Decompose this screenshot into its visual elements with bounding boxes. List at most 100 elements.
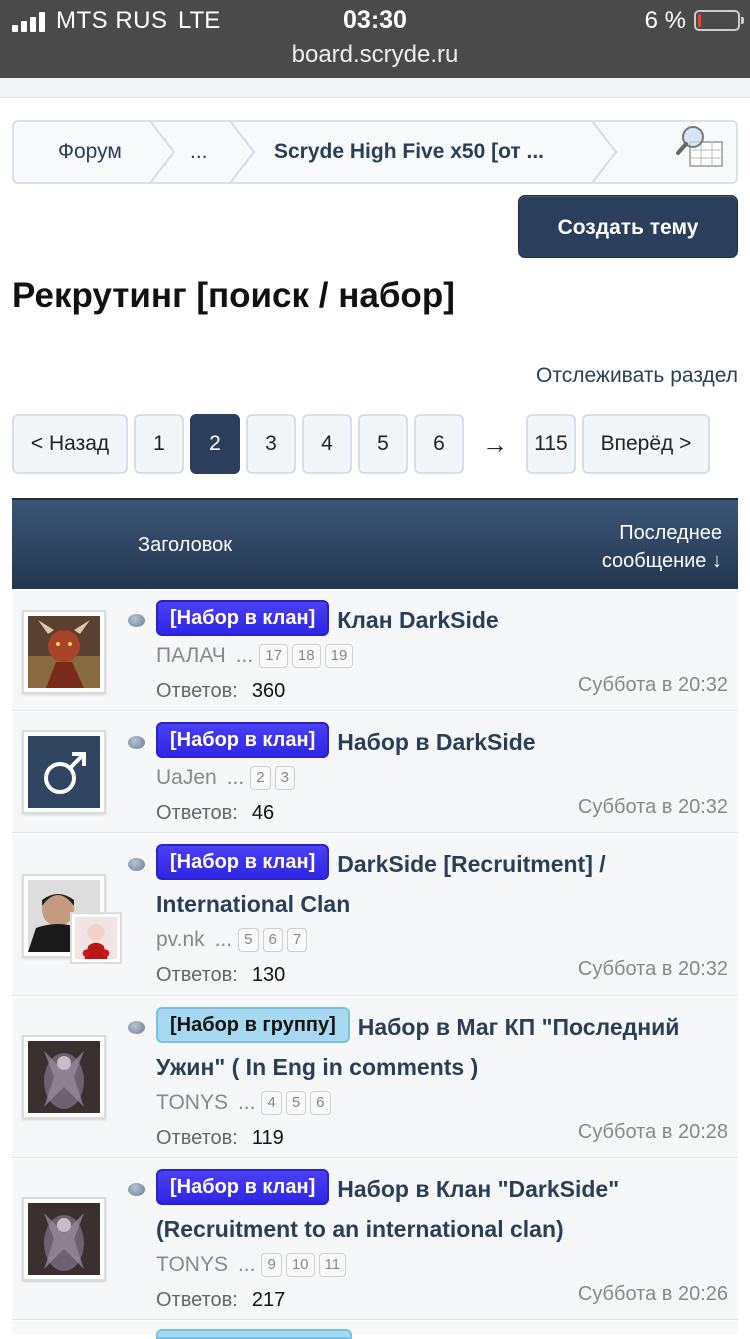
thread-page-link[interactable]: 2 — [250, 766, 271, 791]
page-ellipsis: ... — [237, 1253, 256, 1276]
address-bar[interactable]: board.scryde.ru — [0, 41, 750, 69]
battery-level — [698, 14, 701, 27]
avatar[interactable] — [22, 1035, 106, 1119]
breadcrumb-current-forum[interactable]: Scryde High Five x50 [от ... — [274, 122, 544, 182]
watch-forum-link[interactable]: Отслеживать раздел — [536, 364, 738, 388]
unread-indicator-icon — [128, 614, 145, 627]
thread-page-link[interactable]: 10 — [285, 1253, 315, 1278]
avatar-image — [28, 1203, 100, 1275]
thread-row[interactable] — [12, 1321, 738, 1339]
thread-page-link[interactable]: 3 — [274, 766, 295, 791]
thread-page-link[interactable]: 6 — [310, 1091, 331, 1116]
replies-value: 46 — [251, 802, 275, 824]
pagination-page-last[interactable]: 115 — [526, 414, 576, 474]
thread-page-link[interactable]: 4 — [261, 1091, 282, 1116]
thread-page-link[interactable]: 18 — [291, 644, 321, 669]
thread-row[interactable]: [Набор в группу] Набор в Маг КП "Последни… — [12, 997, 738, 1158]
page-ellipsis: ... — [235, 644, 254, 667]
unread-indicator-icon — [128, 1183, 145, 1196]
thread-prefix[interactable] — [156, 1329, 352, 1339]
thread-title[interactable]: [Набор в клан] Клан DarkSide — [156, 600, 728, 640]
reply-count: Ответов: 46 — [156, 802, 274, 825]
thread-title[interactable]: [Набор в клан] DarkSide [Recruitment] / In… — [156, 844, 728, 924]
thread-title[interactable]: [Набор в клан] Набор в DarkSide — [156, 722, 728, 762]
avatar[interactable] — [22, 610, 106, 694]
thread-author[interactable]: pv.nk — [156, 928, 205, 951]
pagination-page-1[interactable]: 1 — [134, 414, 184, 474]
pagination-next-button[interactable]: Вперёд > — [582, 414, 710, 474]
thread-page-link[interactable]: 19 — [324, 644, 354, 669]
thread-page-link[interactable]: 5 — [285, 1091, 307, 1116]
breadcrumb-forum[interactable]: Форум — [58, 122, 122, 182]
thread-prefix[interactable]: [Набор в клан] — [156, 722, 330, 758]
search-icon[interactable] — [676, 124, 726, 170]
avatar[interactable] — [22, 1197, 106, 1281]
pagination-page-5[interactable]: 5 — [358, 414, 408, 474]
last-post-time[interactable]: Суббота в 20:28 — [578, 1121, 728, 1144]
thread-page-link[interactable]: 11 — [318, 1253, 347, 1278]
thread-prefix[interactable]: [Набор в клан] — [156, 1169, 330, 1205]
column-last-post[interactable]: Последнее сообщение ↓ — [602, 519, 722, 575]
thread-author[interactable]: UaJen — [156, 766, 217, 789]
header-strip — [0, 78, 750, 98]
column-last-post-line1: Последнее — [619, 522, 722, 544]
create-topic-button[interactable]: Создать тему — [518, 195, 738, 258]
thread-row[interactable]: [Набор в клан] Набор в DarkSide UaJen... 2… — [12, 712, 738, 833]
replies-label: Ответов: — [156, 680, 238, 702]
thread-list-header: Заголовок Последнее сообщение ↓ — [12, 498, 738, 589]
thread-title-text[interactable]: Набор в Маг КП "Последний — [358, 1014, 680, 1040]
thread-prefix[interactable]: [Набор в группу] — [156, 1007, 350, 1043]
thread-title-text-cont[interactable]: Ужин" ( In Eng in comments ) — [156, 1054, 478, 1080]
page-ellipsis: ... — [226, 766, 245, 789]
column-title[interactable]: Заголовок — [138, 534, 232, 557]
breadcrumb: Форум ... Scryde High Five x50 [от ... — [12, 120, 738, 184]
pagination-page-4[interactable]: 4 — [302, 414, 352, 474]
thread-title-text[interactable]: DarkSide [Recruitment] / — [337, 851, 605, 877]
thread-prefix[interactable]: [Набор в клан] — [156, 600, 330, 636]
chevron-right-icon — [591, 122, 618, 182]
column-last-post-line2: сообщение ↓ — [601, 550, 722, 572]
pagination-page-2-current[interactable]: 2 — [190, 414, 240, 474]
thread-page-link[interactable]: 7 — [286, 928, 308, 953]
thread-title[interactable]: [Набор в клан] Набор в Клан "DarkSide" (Re… — [156, 1169, 728, 1249]
chevron-right-icon — [229, 122, 256, 182]
thread-row[interactable]: [Набор в клан] Набор в Клан "DarkSide" (Re… — [12, 1159, 738, 1320]
last-post-time[interactable]: Суббота в 20:32 — [578, 958, 728, 981]
thread-title-text[interactable]: Набор в Клан "DarkSide" — [337, 1176, 619, 1202]
thread-prefix[interactable]: [Набор в клан] — [156, 844, 330, 880]
thread-author[interactable]: TONYS — [156, 1253, 228, 1276]
page-ellipsis: ... — [214, 928, 233, 951]
breadcrumb-ellipsis[interactable]: ... — [190, 122, 208, 182]
pagination-prev-button[interactable]: < Назад — [12, 414, 128, 474]
thread-author[interactable]: ПАЛАЧ — [156, 644, 226, 667]
thread-page-link[interactable]: 5 — [238, 928, 259, 953]
thread-title-text[interactable]: Набор в DarkSide — [337, 729, 535, 755]
thread-title-text[interactable]: Клан DarkSide — [337, 607, 498, 633]
last-post-time[interactable]: Суббота в 20:26 — [578, 1283, 728, 1306]
thread-row[interactable]: [Набор в клан] Клан DarkSide ПАЛАЧ... 17 18… — [12, 590, 738, 711]
thread-page-link[interactable]: 6 — [262, 928, 283, 953]
thread-page-link[interactable]: 9 — [261, 1253, 282, 1278]
clock: 03:30 — [343, 6, 407, 34]
avatar-image — [28, 1041, 100, 1113]
replies-value: 360 — [251, 680, 286, 702]
thread-author[interactable]: TONYS — [156, 1091, 228, 1114]
thread-meta: TONYS... 9 10 11 — [156, 1251, 350, 1279]
thread-title-text-cont[interactable]: (Recruitment to an international clan) — [156, 1216, 564, 1242]
last-poster-avatar[interactable] — [70, 912, 122, 964]
thread-title[interactable]: [Набор в группу] Набор в Маг КП "Последни… — [156, 1007, 728, 1087]
last-post-time[interactable]: Суббота в 20:32 — [578, 796, 728, 819]
thread-page-link[interactable]: 17 — [259, 644, 288, 669]
thread-title-text-cont[interactable]: International Clan — [156, 891, 350, 917]
pagination-skip-arrow[interactable]: → — [470, 414, 520, 474]
last-post-time[interactable]: Суббота в 20:32 — [578, 674, 728, 697]
avatar[interactable] — [22, 730, 106, 814]
avatar-image — [28, 616, 100, 688]
replies-value: 119 — [251, 1127, 284, 1149]
reply-count: Ответов: 217 — [156, 1289, 285, 1312]
thread-row[interactable]: [Набор в клан] DarkSide [Recruitment] / In… — [12, 834, 738, 996]
pagination-page-6[interactable]: 6 — [414, 414, 464, 474]
status-bar: MTS RUS LTE 03:30 6 % board.scryde.ru — [0, 0, 750, 78]
pagination-page-3[interactable]: 3 — [246, 414, 296, 474]
replies-value: 130 — [251, 964, 286, 986]
